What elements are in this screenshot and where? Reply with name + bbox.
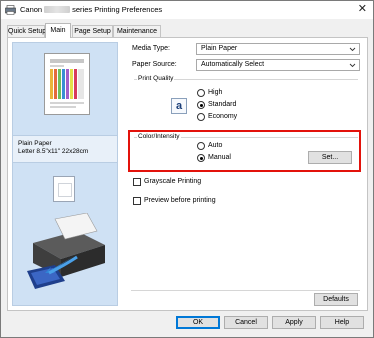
tab-quick-setup[interactable]: Quick Setup bbox=[7, 25, 46, 37]
media-type-label: Media Type: bbox=[132, 45, 171, 52]
print-quality-icon: a bbox=[171, 98, 187, 114]
paper-source-select[interactable]: Automatically Select bbox=[196, 59, 360, 71]
close-icon[interactable]: ✕ bbox=[358, 3, 367, 16]
paper-type-text: Plain Paper bbox=[18, 140, 52, 147]
tab-main[interactable]: Main bbox=[45, 23, 71, 38]
paper-preview bbox=[44, 53, 90, 115]
preview-before-label: Preview before printing bbox=[144, 197, 216, 204]
print-quality-title: Print Quality bbox=[137, 75, 175, 82]
printer-illustration bbox=[27, 213, 105, 289]
printer-app-icon bbox=[5, 5, 16, 15]
page-thumbnail-graphic bbox=[50, 59, 84, 108]
tab-page-setup[interactable]: Page Setup bbox=[72, 25, 113, 37]
redacted-model-name bbox=[44, 6, 71, 13]
paper-size-text: Letter 8.5"x11" 22x28cm bbox=[18, 148, 89, 155]
paper-source-value: Automatically Select bbox=[201, 61, 265, 68]
title-prefix: Canon bbox=[20, 5, 43, 14]
help-button[interactable]: Help bbox=[320, 316, 364, 329]
grayscale-label: Grayscale Printing bbox=[144, 178, 202, 185]
printing-preferences-window: Canon series Printing Preferences ✕ Quick… bbox=[0, 0, 374, 338]
quality-standard-label: Standard bbox=[208, 101, 237, 108]
apply-button[interactable]: Apply bbox=[272, 316, 316, 329]
defaults-button[interactable]: Defaults bbox=[314, 293, 358, 306]
paper-source-label: Paper Source: bbox=[132, 61, 177, 68]
tab-maintenance[interactable]: Maintenance bbox=[113, 25, 161, 37]
cancel-button[interactable]: Cancel bbox=[224, 316, 268, 329]
media-type-select[interactable]: Plain Paper bbox=[196, 43, 360, 55]
window-title: Canon series Printing Preferences bbox=[20, 5, 162, 14]
preview-pane: Plain Paper Letter 8.5"x11" 22x28cm bbox=[12, 42, 118, 306]
title-bar: Canon series Printing Preferences ✕ bbox=[1, 1, 373, 19]
quality-economy-label: Economy bbox=[208, 113, 238, 120]
media-type-value: Plain Paper bbox=[201, 45, 238, 52]
color-intensity-highlight bbox=[128, 130, 361, 172]
quality-economy-radio[interactable] bbox=[197, 113, 205, 121]
title-suffix: series Printing Preferences bbox=[72, 5, 163, 14]
quality-high-label: High bbox=[208, 89, 223, 96]
chevron-down-icon bbox=[349, 47, 356, 52]
paper-info: Plain Paper Letter 8.5"x11" 22x28cm bbox=[13, 135, 117, 163]
ok-button[interactable]: OK bbox=[176, 316, 220, 329]
chevron-down-icon bbox=[349, 63, 356, 68]
grayscale-checkbox[interactable] bbox=[133, 178, 141, 186]
preview-before-checkbox[interactable] bbox=[133, 197, 141, 205]
document-icon bbox=[53, 176, 75, 202]
quality-high-radio[interactable] bbox=[197, 89, 205, 97]
quality-standard-radio[interactable] bbox=[197, 101, 205, 109]
bottom-divider bbox=[131, 290, 360, 291]
